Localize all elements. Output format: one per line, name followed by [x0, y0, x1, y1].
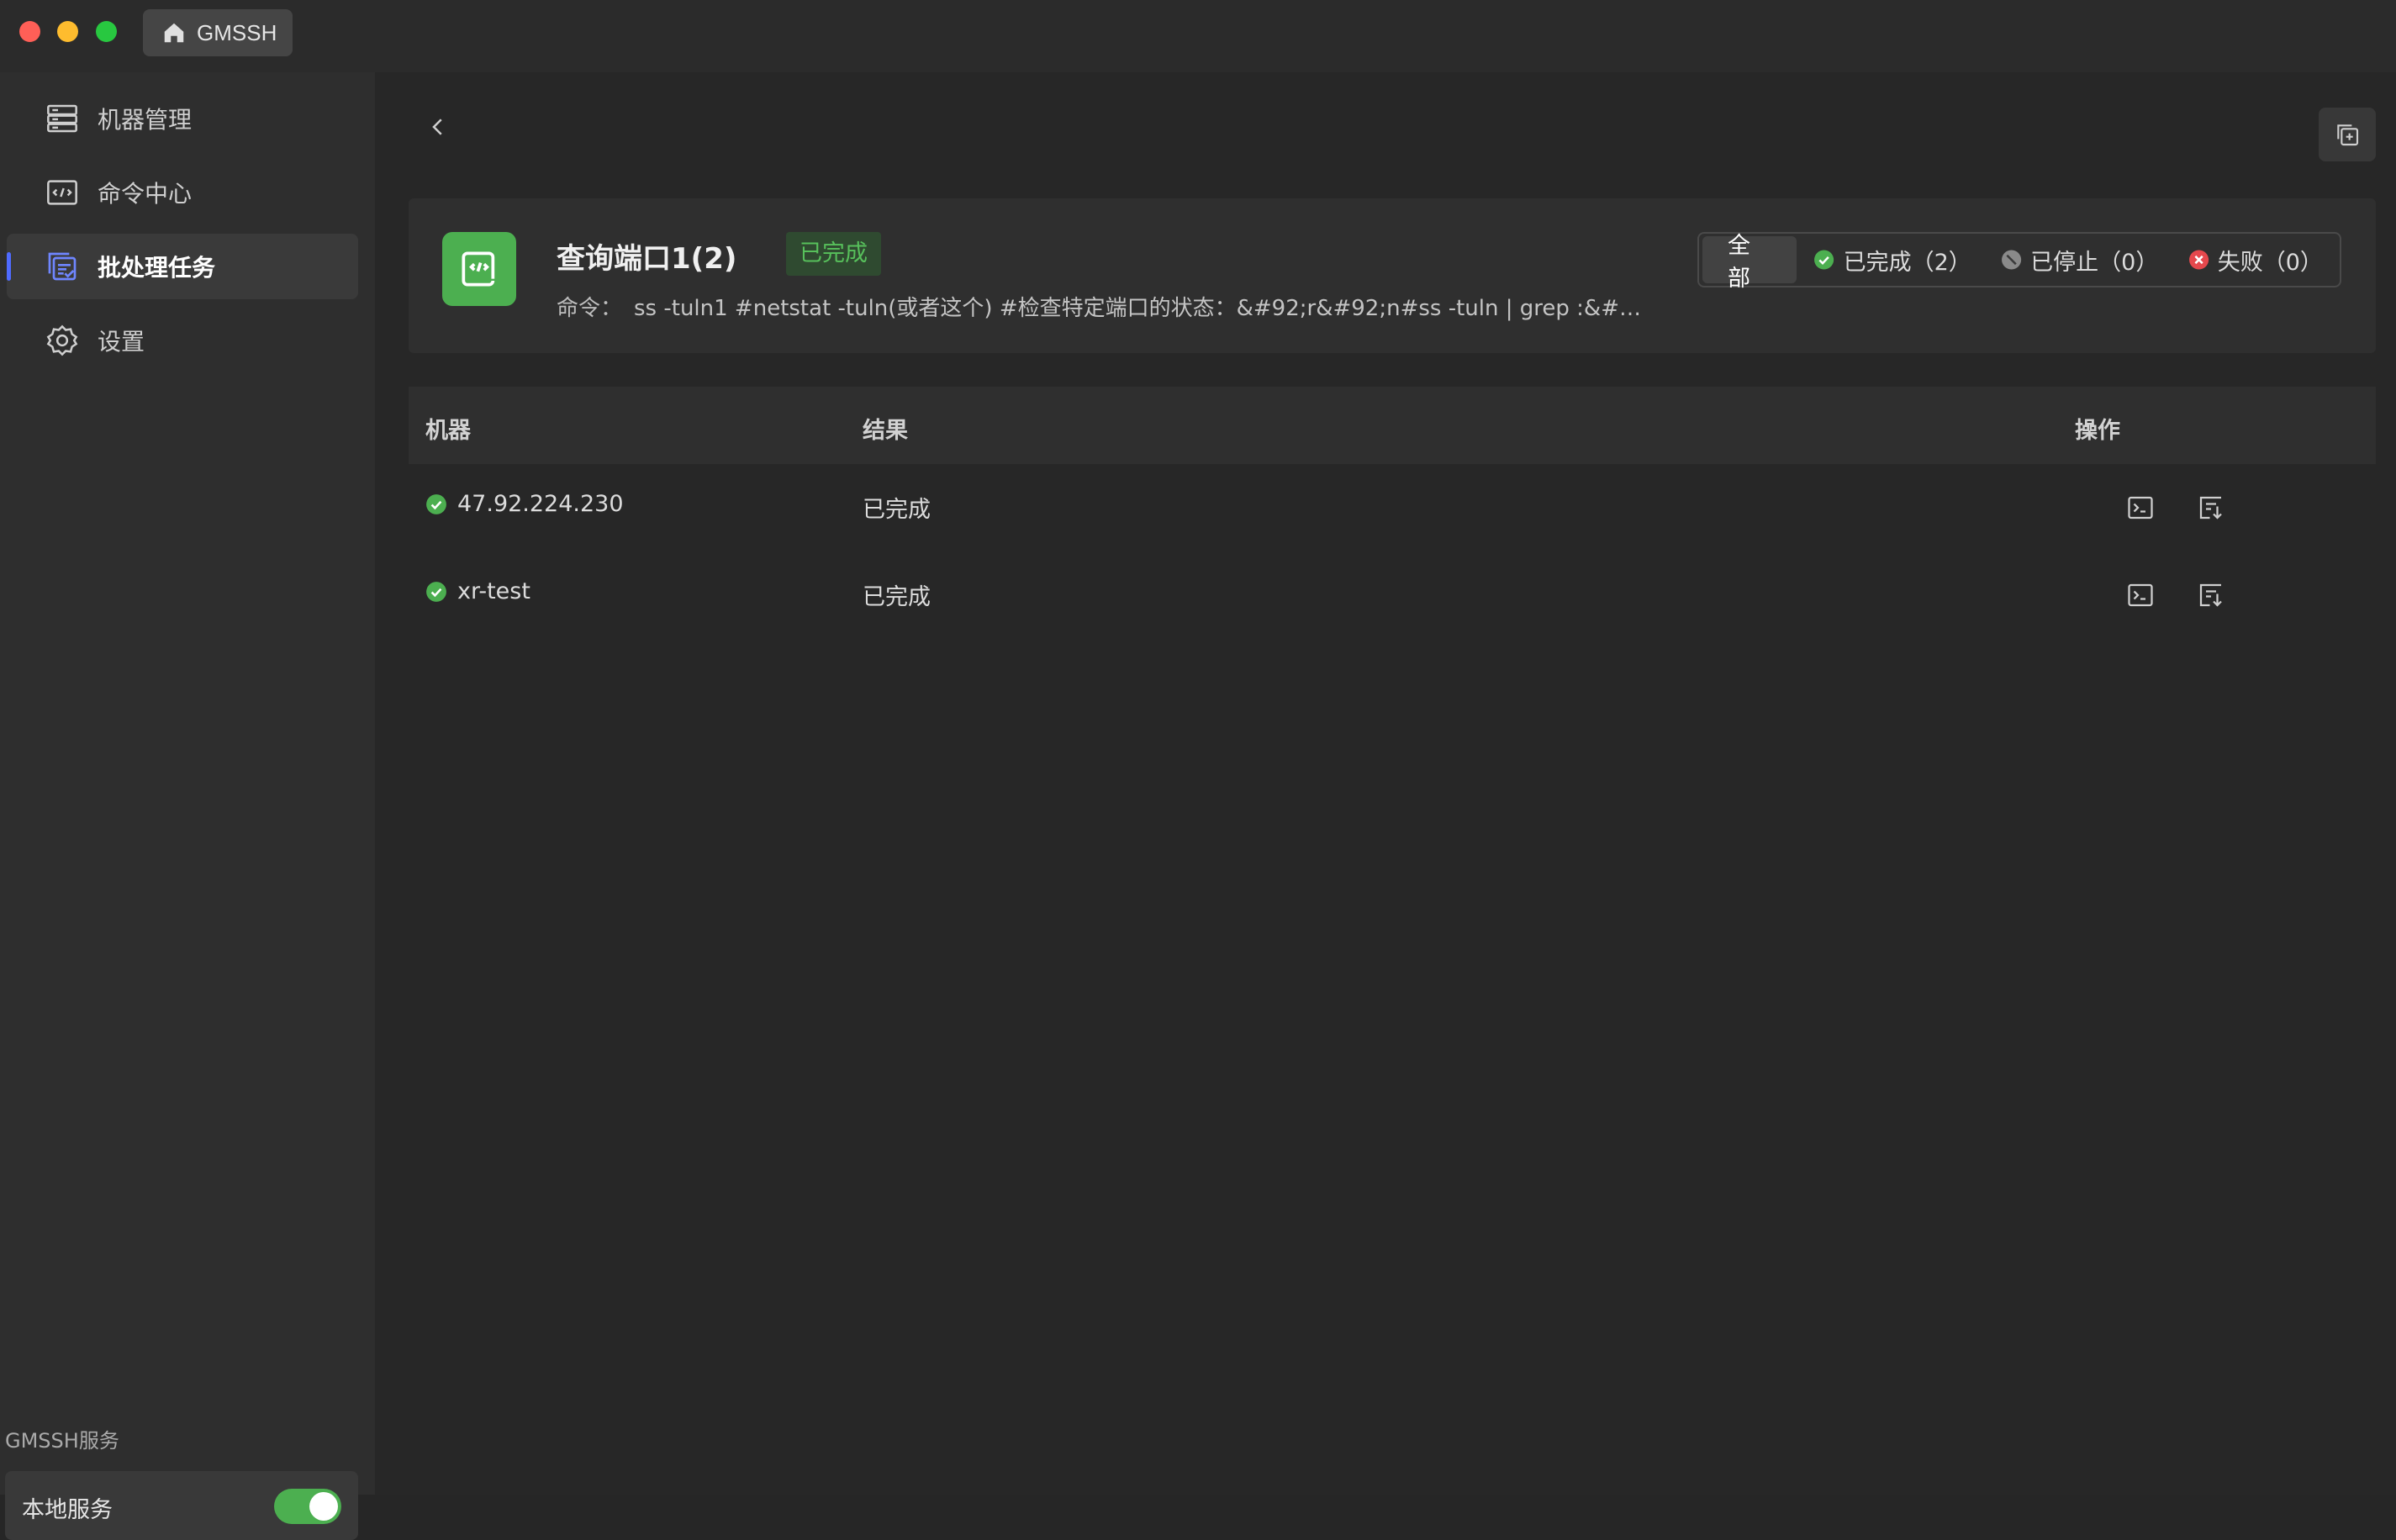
title-bar: GMSSH [0, 0, 2396, 72]
task-summary-card: 查询端口1(2) 已完成 命令： ss -tuln1 #netstat -tuln… [409, 198, 2376, 353]
home-icon [164, 23, 184, 43]
sidebar: 机器管理 命令中心 批处理任务 设置 GMSSH服务 本地服务 [0, 72, 375, 1540]
filter-all-label: 全部 [1728, 233, 1750, 292]
terminal-icon[interactable] [2125, 580, 2156, 610]
task-status-badge: 已完成 [786, 232, 881, 276]
stopped-circle-icon [2002, 250, 2022, 270]
local-service-toggle[interactable] [274, 1489, 341, 1524]
download-log-icon[interactable] [2196, 580, 2226, 610]
batch-task-icon [48, 252, 77, 281]
local-service-label: 本地服务 [22, 1497, 113, 1523]
close-window-button[interactable] [19, 21, 40, 42]
command-label: 命令： [557, 296, 623, 321]
column-header-machine: 机器 [425, 418, 471, 444]
local-service-panel: 本地服务 [5, 1471, 358, 1540]
result-filter-group: 全部 已完成（2） 已停止（0） 失败（0） [1697, 232, 2341, 292]
column-header-actions: 操作 [2075, 418, 2120, 444]
machine-cell: 47.92.224.230 [425, 491, 624, 517]
table-header: 机器 结果 操作 [409, 387, 2376, 464]
app-tab-label: GMSSH [197, 19, 277, 45]
filter-stopped-button[interactable]: 已停止（0） [1984, 236, 2172, 283]
gear-icon [46, 324, 78, 356]
error-circle-icon [2188, 250, 2209, 270]
copy-plus-icon [2337, 124, 2359, 146]
copy-window-button[interactable] [2319, 108, 2376, 161]
minimize-window-button[interactable] [57, 21, 78, 42]
task-command-line: 命令： ss -tuln1 #netstat -tuln(或者这个) #检查特定端… [557, 291, 1649, 322]
sidebar-item-settings[interactable]: 设置 [7, 308, 358, 373]
app-tab[interactable]: GMSSH [143, 9, 293, 56]
sidebar-item-label: 批处理任务 [98, 254, 216, 282]
machine-cell: xr-test [425, 578, 530, 604]
table-row: 47.92.224.230 已完成 [409, 464, 2376, 548]
result-cell: 已完成 [863, 584, 931, 610]
service-section-title: GMSSH服务 [5, 1429, 119, 1453]
machine-name: 47.92.224.230 [457, 491, 624, 517]
filter-stopped-label: 已停止（0） [2030, 249, 2159, 276]
sidebar-item-machines[interactable]: 机器管理 [7, 86, 358, 151]
sidebar-item-batch-tasks[interactable]: 批处理任务 [7, 234, 358, 299]
back-chevron-icon[interactable] [425, 114, 451, 140]
sidebar-item-label: 命令中心 [98, 180, 193, 208]
main-content: 查询端口1(2) 已完成 命令： ss -tuln1 #netstat -tuln… [375, 72, 2396, 1495]
filter-done-button[interactable]: 已完成（2） [1797, 236, 1984, 283]
code-terminal-icon [47, 180, 77, 205]
table-row: xr-test 已完成 [409, 551, 2376, 636]
filter-all-button[interactable]: 全部 [1702, 233, 1797, 292]
filter-failed-button[interactable]: 失败（0） [2172, 236, 2336, 283]
filter-failed-label: 失败（0） [2217, 249, 2323, 276]
column-header-result: 结果 [863, 418, 908, 444]
terminal-icon[interactable] [2125, 493, 2156, 523]
check-circle-icon [426, 493, 446, 514]
filter-done-label: 已完成（2） [1843, 249, 1971, 276]
toggle-knob [309, 1492, 338, 1521]
command-text: ss -tuln1 #netstat -tuln(或者这个) #检查特定端口的状… [634, 296, 1649, 321]
download-log-icon[interactable] [2196, 493, 2226, 523]
sidebar-item-commands[interactable]: 命令中心 [7, 160, 358, 225]
sidebar-item-label: 设置 [98, 328, 145, 356]
server-icon [47, 104, 77, 133]
check-circle-icon [426, 581, 446, 602]
machine-name: xr-test [457, 578, 530, 604]
task-title: 查询端口1(2) [557, 242, 737, 276]
maximize-window-button[interactable] [96, 21, 117, 42]
check-circle-icon [1814, 250, 1834, 270]
script-icon [442, 232, 516, 306]
sidebar-item-label: 机器管理 [98, 106, 193, 134]
script-scroll-icon [462, 251, 495, 287]
result-cell: 已完成 [863, 497, 931, 523]
